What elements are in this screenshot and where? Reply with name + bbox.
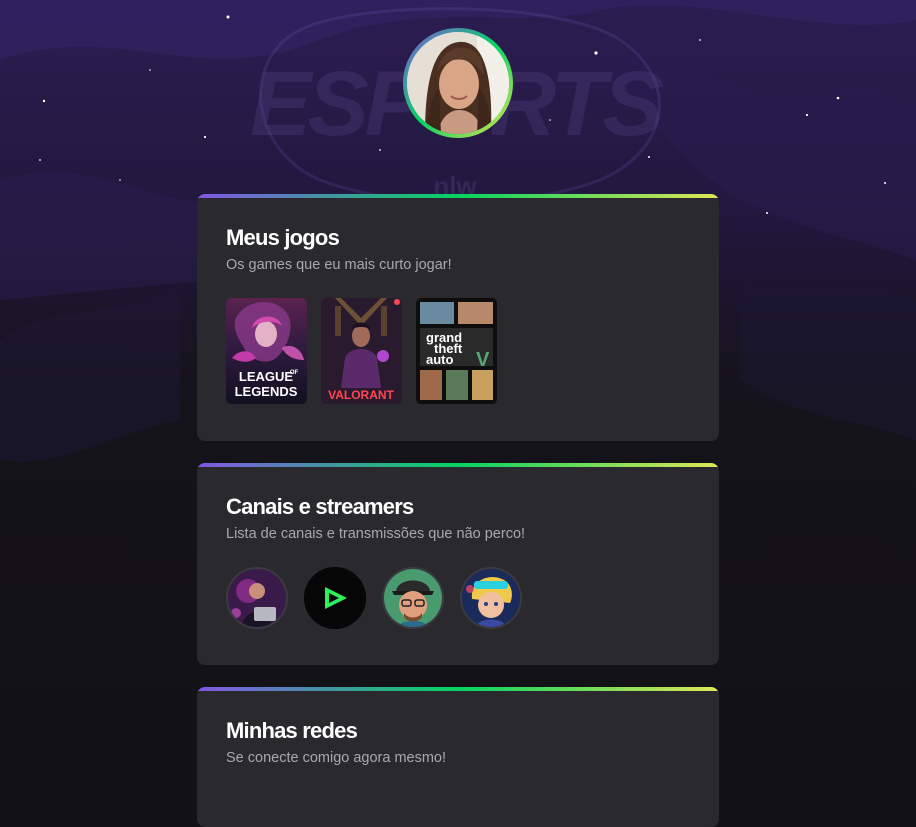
streamer-1-avatar: [228, 569, 286, 627]
channel-avatar-4[interactable]: [460, 567, 522, 629]
games-list: LEAGUE OF LEGENDS VALORANT grand theft a…: [226, 298, 497, 404]
svg-text:OF: OF: [290, 370, 299, 376]
section-title: Meus jogos: [226, 225, 340, 250]
channel-avatar-3[interactable]: [382, 567, 444, 629]
social-section: Minhas redes Se conecte comigo agora mes…: [197, 687, 719, 827]
section-subtitle: Os games que eu mais curto jogar!: [226, 257, 452, 273]
channels-section: Canais e streamers Lista de canais e tra…: [197, 463, 719, 665]
svg-text:auto: auto: [426, 352, 454, 367]
game-card-gta-v[interactable]: grand theft auto V: [416, 298, 497, 404]
section-subtitle: Se conecte comigo agora mesmo!: [226, 750, 447, 766]
game-card-valorant[interactable]: VALORANT: [321, 298, 402, 404]
svg-text:VALORANT: VALORANT: [328, 388, 394, 402]
channel-avatar-2[interactable]: [304, 567, 366, 629]
svg-text:LEGENDS: LEGENDS: [235, 384, 298, 399]
svg-text:LEAGUE: LEAGUE: [239, 369, 294, 384]
profile-avatar: [403, 28, 513, 138]
streamer-4-avatar: [462, 569, 520, 627]
svg-text:V: V: [476, 349, 490, 371]
section-title: Canais e streamers: [226, 494, 414, 519]
game-card-league-of-legends[interactable]: LEAGUE OF LEGENDS: [226, 298, 307, 404]
channels-list: [226, 567, 522, 629]
section-title: Minhas redes: [226, 718, 358, 743]
streamer-3-avatar: [384, 569, 442, 627]
games-section: Meus jogos Os games que eu mais curto jo…: [197, 194, 719, 441]
channel-avatar-1[interactable]: [226, 567, 288, 629]
section-subtitle: Lista de canais e transmissões que não p…: [226, 526, 526, 542]
livestream-play-icon: [306, 569, 364, 627]
profile-photo: [407, 32, 509, 134]
